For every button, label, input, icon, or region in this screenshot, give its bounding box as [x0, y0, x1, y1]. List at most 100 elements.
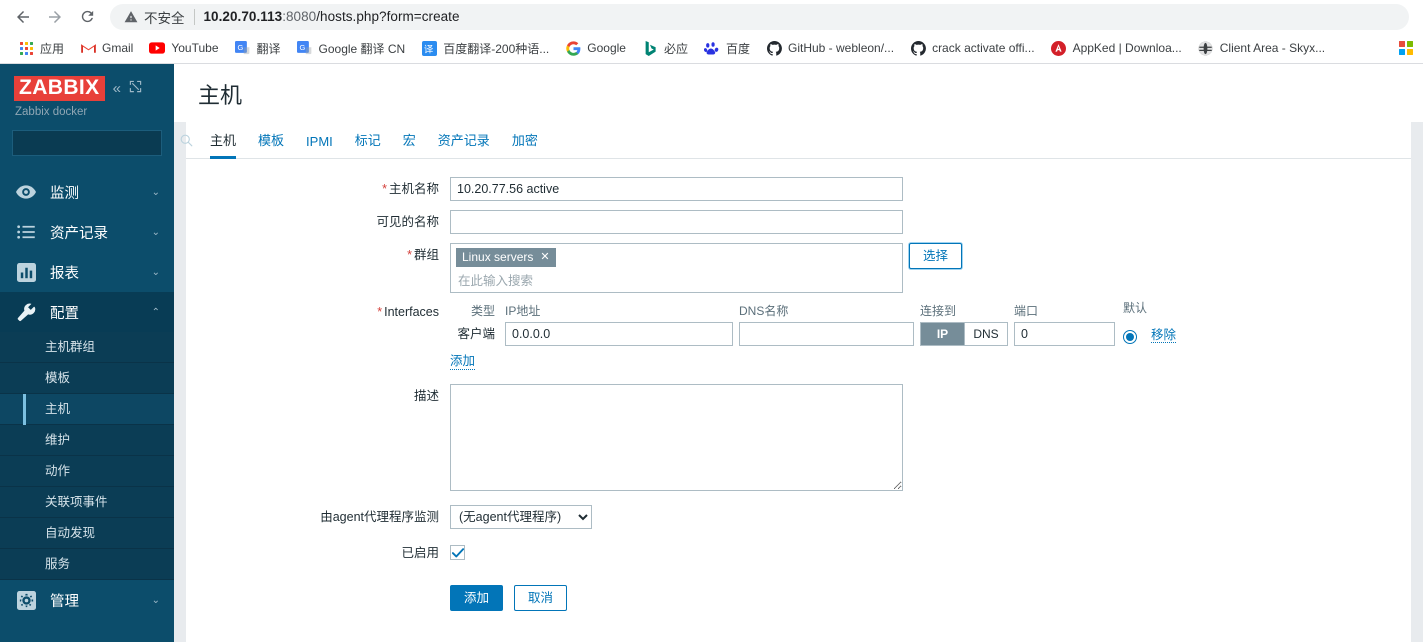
- appked-icon: [1051, 40, 1067, 56]
- bookmark-baidu-translate[interactable]: 译 百度翻译-200种语...: [413, 37, 557, 60]
- cancel-button[interactable]: 取消: [514, 585, 568, 611]
- page-header: 主机: [174, 64, 1423, 122]
- sidebar-item-hosts[interactable]: 主机: [0, 394, 174, 426]
- bookmark-apps[interactable]: 应用: [10, 37, 72, 60]
- google-translate-icon: G: [235, 40, 251, 56]
- tab-encryption[interactable]: 加密: [501, 122, 549, 158]
- interface-default-radio[interactable]: [1123, 329, 1137, 344]
- sidebar-item-monitoring[interactable]: 监测 ⌄: [0, 172, 174, 212]
- sidebar-item-label: 管理: [50, 593, 79, 610]
- group-chip-label: Linux servers: [462, 250, 534, 264]
- chevron-down-icon: ⌄: [151, 266, 160, 278]
- bookmark-appked[interactable]: AppKed | Downloa...: [1043, 37, 1190, 59]
- tab-templates[interactable]: 模板: [247, 122, 295, 158]
- forward-button[interactable]: [40, 2, 70, 32]
- google-translate-icon: G: [297, 40, 313, 56]
- baidu-translate-icon: 译: [421, 40, 437, 56]
- close-icon[interactable]: ✕: [540, 250, 549, 264]
- col-header-default: 默认: [1123, 301, 1148, 315]
- description-textarea[interactable]: [450, 384, 903, 491]
- gmail-icon: [80, 40, 96, 56]
- bookmark-baidu[interactable]: 百度: [696, 37, 758, 60]
- bookmark-label: Google: [587, 41, 626, 55]
- bookmark-label: 百度翻译-200种语...: [443, 41, 550, 56]
- required-marker: *: [407, 248, 412, 262]
- svg-text:G: G: [300, 42, 306, 51]
- enabled-label: 已启用: [401, 546, 439, 560]
- sidebar-header: ZABBIX « Zabbix docker: [0, 64, 174, 118]
- bookmark-label: GitHub - webleon/...: [788, 41, 895, 55]
- groups-search-placeholder[interactable]: 在此输入搜索: [456, 267, 897, 289]
- sidebar-item-administration[interactable]: 管理 ⌄: [0, 580, 174, 620]
- collapse-sidebar-icon[interactable]: «: [113, 81, 121, 96]
- groups-multiselect[interactable]: Linux servers ✕ 在此输入搜索: [450, 243, 903, 293]
- interface-ip-input[interactable]: [505, 322, 733, 346]
- add-button[interactable]: 添加: [450, 585, 504, 611]
- bookmark-client-area[interactable]: Client Area - Skyx...: [1190, 37, 1333, 59]
- sidebar-item-actions[interactable]: 动作: [0, 456, 174, 488]
- select-group-button[interactable]: 选择: [909, 243, 963, 269]
- remove-interface-link[interactable]: 移除: [1151, 328, 1177, 343]
- github-icon: [766, 40, 782, 56]
- search-input[interactable]: [20, 135, 179, 152]
- interface-type-label: 客户端: [457, 327, 495, 341]
- sidebar: ZABBIX « Zabbix docker 监测 ⌄ 资产记录 ⌄ 报表 ⌄ …: [0, 64, 193, 642]
- enabled-checkbox[interactable]: [450, 545, 465, 560]
- sidebar-item-label: 配置: [50, 305, 79, 322]
- chevron-up-icon: ⌃: [151, 306, 160, 318]
- address-bar[interactable]: 不安全 10.20.70.113:8080/hosts.php?form=cre…: [110, 3, 1409, 30]
- omnibox-divider: [193, 8, 195, 25]
- sidebar-item-maintenance[interactable]: 维护: [0, 425, 174, 457]
- bookmark-label: 应用: [40, 41, 65, 56]
- back-button[interactable]: [8, 2, 38, 32]
- search-icon[interactable]: [179, 133, 194, 153]
- main-content: 主机 主机 模板 IPMI 标记 宏 资产记录 加密 *主机名称 可: [174, 64, 1423, 642]
- reload-button[interactable]: [72, 2, 102, 32]
- visible-name-input[interactable]: [450, 210, 903, 234]
- sidebar-item-correlation[interactable]: 关联项事件: [0, 487, 174, 519]
- interface-dns-input[interactable]: [739, 322, 914, 346]
- tab-host[interactable]: 主机: [210, 122, 247, 159]
- list-icon: [16, 225, 36, 239]
- url-path: /hosts.php?form=create: [316, 9, 460, 24]
- tab-tags[interactable]: 标记: [344, 122, 392, 158]
- bookmark-gmail[interactable]: Gmail: [72, 37, 141, 59]
- bookmark-crack-activate[interactable]: crack activate offi...: [902, 37, 1043, 59]
- sidebar-item-reports[interactable]: 报表 ⌄: [0, 252, 174, 292]
- sidebar-item-label: 资产记录: [50, 225, 108, 242]
- sidebar-search[interactable]: [12, 130, 193, 157]
- wrench-icon: [16, 302, 36, 322]
- hostname-label-text: 主机名称: [388, 182, 439, 196]
- connect-ip-option[interactable]: IP: [921, 323, 964, 345]
- sidebar-item-configuration[interactable]: 配置 ⌃: [0, 292, 174, 333]
- bookmark-translate[interactable]: G 翻译: [227, 37, 289, 60]
- proxy-select[interactable]: (无agent代理程序): [450, 505, 592, 529]
- bookmark-google[interactable]: Google: [557, 37, 634, 59]
- tab-macros[interactable]: 宏: [392, 122, 427, 158]
- chevron-down-icon: ⌄: [151, 186, 160, 198]
- interfaces-label: * Interfaces: [186, 302, 450, 320]
- hostname-input[interactable]: [450, 177, 903, 201]
- bookmark-bing[interactable]: 必应: [634, 37, 696, 60]
- tab-ipmi[interactable]: IPMI: [295, 126, 344, 158]
- col-header-dns: DNS名称: [739, 304, 789, 318]
- group-chip[interactable]: Linux servers ✕: [456, 248, 556, 267]
- required-marker: *: [377, 305, 383, 319]
- bookmark-youtube[interactable]: YouTube: [141, 37, 226, 59]
- bookmark-google-translate-cn[interactable]: G Google 翻译 CN: [289, 37, 414, 60]
- interfaces-table: 类型 IP地址 DNS名称 连接到 端口 默认 客户端 0.0.0.0 IP D…: [450, 302, 1201, 346]
- tab-inventory[interactable]: 资产记录: [427, 122, 501, 158]
- expand-sidebar-icon[interactable]: [129, 80, 142, 98]
- sidebar-item-label: 监测: [50, 185, 79, 202]
- sidebar-item-discovery[interactable]: 自动发现: [0, 518, 174, 550]
- sidebar-item-host-groups[interactable]: 主机群组: [0, 332, 174, 364]
- zabbix-logo[interactable]: ZABBIX: [14, 76, 105, 102]
- add-interface-link[interactable]: 添加: [450, 350, 476, 370]
- sidebar-item-inventory[interactable]: 资产记录 ⌄: [0, 212, 174, 252]
- connect-dns-option[interactable]: DNS: [964, 323, 1007, 345]
- sidebar-item-templates[interactable]: 模板: [0, 363, 174, 395]
- bookmark-github-webleon[interactable]: GitHub - webleon/...: [758, 37, 902, 59]
- youtube-icon: [149, 40, 166, 56]
- sidebar-item-services[interactable]: 服务: [0, 549, 174, 581]
- interface-port-input[interactable]: [1014, 322, 1115, 346]
